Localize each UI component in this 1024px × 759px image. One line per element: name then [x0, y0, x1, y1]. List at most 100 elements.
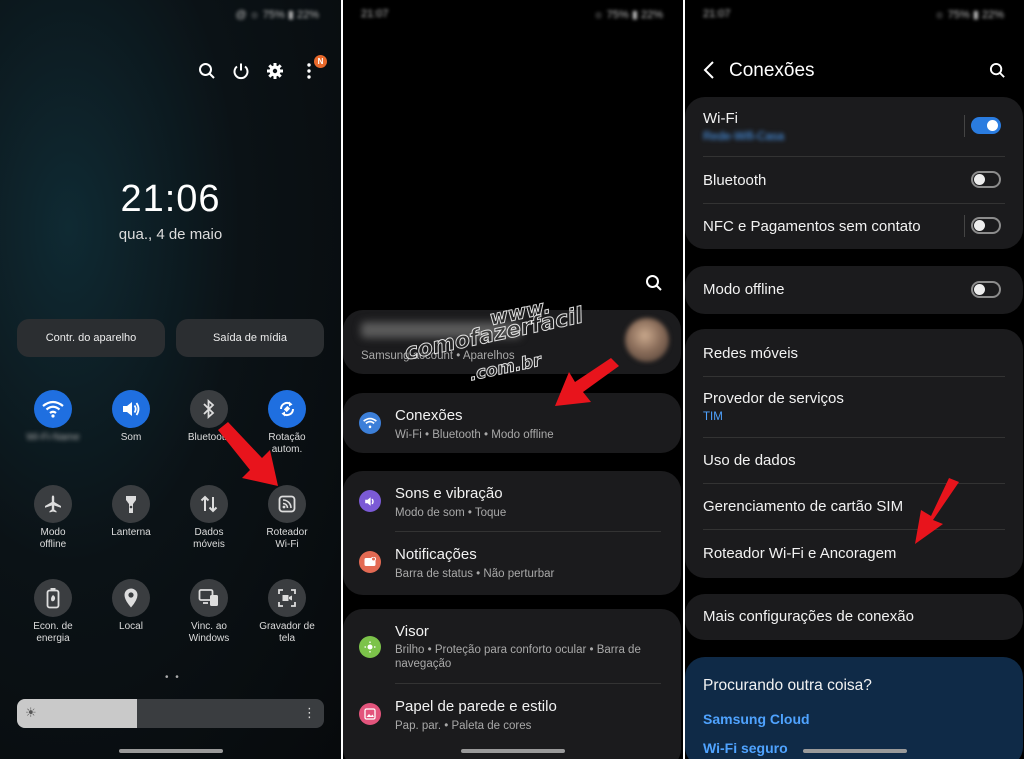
- suggestions-title: Procurando outra coisa?: [703, 677, 872, 694]
- item-title: Conexões: [395, 407, 463, 424]
- gear-icon[interactable]: [265, 62, 285, 82]
- settings-group-sound: Sons e vibração Modo de som • Toque Noti…: [343, 471, 681, 595]
- wifi-title: Wi-Fi: [703, 110, 738, 127]
- tile-label: Econ. de energia: [33, 621, 73, 644]
- tile-screen-recorder[interactable]: Gravador de tela: [252, 579, 322, 645]
- tile-label: Gravador de tela: [259, 621, 315, 644]
- nfc-title: NFC e Pagamentos sem contato: [703, 218, 921, 235]
- avatar[interactable]: [625, 318, 669, 362]
- item-subtitle: Brilho • Proteção para conforto ocular •…: [395, 644, 641, 670]
- media-output-button[interactable]: Saída de mídia: [176, 319, 324, 357]
- more-connection-settings-row[interactable]: Mais configurações de conexão: [685, 594, 1023, 640]
- status-bar: ☼ 75% ▮ 22%: [593, 9, 663, 21]
- offline-title: Modo offline: [703, 281, 785, 298]
- tile-label: Modo offline: [39, 527, 67, 550]
- bluetooth-title: Bluetooth: [703, 172, 767, 189]
- divider: [703, 376, 1005, 377]
- red-arrow-icon: [915, 478, 959, 544]
- battery-icon: [34, 579, 72, 617]
- wifi-icon: [359, 412, 381, 434]
- item-subtitle: Wi-Fi • Bluetooth • Modo offline: [395, 429, 554, 441]
- settings-item-wallpaper[interactable]: Papel de parede e estilo Pap. par. • Pal…: [343, 684, 681, 744]
- offline-mode-row[interactable]: Modo offline: [685, 266, 1023, 314]
- hotspot-tethering-item[interactable]: Roteador Wi-Fi e Ancoragem: [703, 545, 896, 562]
- connections-screen: 21:07 ☼ 75% ▮ 22% Conexões Wi-Fi Rede-Wi…: [685, 0, 1024, 759]
- mobile-group: Redes móveis Provedor de serviços TIM Us…: [685, 329, 1023, 578]
- status-bar: @ ☼ 75% ▮ 22%: [235, 9, 319, 21]
- power-icon[interactable]: [231, 62, 251, 82]
- clock: 21:06: [120, 178, 221, 220]
- settings-item-connections[interactable]: Conexões Wi-Fi • Bluetooth • Modo offlin…: [343, 393, 681, 453]
- hotspot-icon: [268, 485, 306, 523]
- provider-item[interactable]: Provedor de serviços: [703, 390, 844, 407]
- item-subtitle: Barra de status • Não perturbar: [395, 568, 555, 580]
- tile-link-windows[interactable]: Vinc. ao Windows: [174, 579, 244, 645]
- quick-panel-toolbar: N: [197, 55, 327, 82]
- more-options-icon[interactable]: N: [299, 55, 327, 82]
- sim-manager-item[interactable]: Gerenciamento de cartão SIM: [703, 498, 903, 515]
- screen-recorder-icon: [268, 579, 306, 617]
- settings-item-notifications[interactable]: Notificações Barra de status • Não pertu…: [343, 532, 681, 592]
- tile-label: Lanterna: [111, 527, 151, 538]
- status-time: 21:07: [361, 8, 389, 20]
- brightness-icon: [359, 636, 381, 658]
- wifi-network: Rede-Wifi-Casa: [703, 131, 785, 143]
- bluetooth-toggle[interactable]: [971, 171, 1001, 188]
- samsung-cloud-link[interactable]: Samsung Cloud: [703, 711, 810, 727]
- brightness-slider[interactable]: ☀ ⋮: [17, 699, 324, 728]
- page-title: Conexões: [729, 60, 815, 81]
- tile-sound[interactable]: Som: [96, 390, 166, 444]
- wifi-toggle[interactable]: [971, 117, 1001, 134]
- tile-label: Vinc. ao Windows: [188, 621, 230, 644]
- date: qua., 4 de maio: [118, 226, 223, 243]
- search-icon[interactable]: [197, 62, 217, 82]
- divider: [703, 203, 1005, 204]
- tile-location[interactable]: Local: [96, 579, 166, 633]
- item-title: Notificações: [395, 546, 477, 563]
- nfc-toggle[interactable]: [971, 217, 1001, 234]
- provider-subtitle: TIM: [703, 411, 723, 423]
- more-icon[interactable]: ⋮: [303, 705, 316, 721]
- wireless-group: Wi-Fi Rede-Wifi-Casa Bluetooth NFC e Pag…: [685, 97, 1023, 249]
- tile-label: Dados móveis: [193, 527, 225, 550]
- page-indicator: • •: [165, 672, 181, 683]
- divider: [703, 437, 1005, 438]
- tile-power-saving[interactable]: Econ. de energia: [18, 579, 88, 645]
- settings-group-display: Visor Brilho • Proteção para conforto oc…: [343, 609, 681, 759]
- settings-item-sounds[interactable]: Sons e vibração Modo de som • Toque: [343, 471, 681, 531]
- tile-wifi[interactable]: Wi-Fi-Name: [18, 390, 88, 444]
- sound-icon: [359, 490, 381, 512]
- link-windows-icon: [190, 579, 228, 617]
- home-indicator: [461, 749, 565, 753]
- search-icon[interactable]: [989, 62, 1006, 84]
- offline-toggle[interactable]: [971, 281, 1001, 298]
- data-icon: [190, 485, 228, 523]
- item-title: Papel de parede e estilo: [395, 698, 557, 715]
- tile-label: Local: [119, 621, 143, 632]
- red-arrow-icon: [555, 358, 619, 406]
- notification-icon: [359, 551, 381, 573]
- tile-airplane[interactable]: Modo offline: [18, 485, 88, 551]
- notification-badge: N: [314, 55, 327, 68]
- tile-mobile-hotspot[interactable]: Roteador Wi-Fi: [252, 485, 322, 551]
- status-bar: ☼ 75% ▮ 22%: [934, 9, 1004, 21]
- more-settings-title: Mais configurações de conexão: [703, 608, 914, 625]
- secure-wifi-link[interactable]: Wi-Fi seguro: [703, 740, 788, 756]
- tile-flashlight[interactable]: Lanterna: [96, 485, 166, 539]
- wifi-icon: [34, 390, 72, 428]
- divider: [964, 215, 965, 237]
- mobile-networks-item[interactable]: Redes móveis: [703, 345, 798, 362]
- settings-screen: 21:07 ☼ 75% ▮ 22% Samsung account • Apar…: [343, 0, 683, 759]
- wallpaper-icon: [359, 703, 381, 725]
- search-icon[interactable]: [645, 274, 663, 297]
- divider: [964, 115, 965, 137]
- tile-mobile-data[interactable]: Dados móveis: [174, 485, 244, 551]
- settings-item-display[interactable]: Visor Brilho • Proteção para conforto oc…: [343, 609, 681, 685]
- back-icon[interactable]: [703, 60, 715, 86]
- airplane-icon: [34, 485, 72, 523]
- quick-panel: @ ☼ 75% ▮ 22% N 21:06 qua., 4 de maio Co…: [0, 0, 341, 759]
- item-title: Visor: [395, 623, 429, 640]
- data-usage-item[interactable]: Uso de dados: [703, 452, 796, 469]
- tile-label: Roteador Wi-Fi: [266, 527, 308, 550]
- device-control-button[interactable]: Contr. do aparelho: [17, 319, 165, 357]
